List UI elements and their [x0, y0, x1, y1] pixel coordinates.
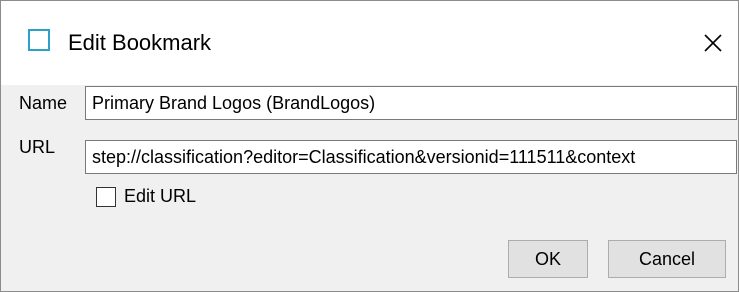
close-button[interactable]: [691, 21, 735, 65]
bookmark-window-icon: [28, 29, 50, 51]
close-icon: [704, 34, 722, 52]
edit-bookmark-dialog: Edit Bookmark Name URL step://classifica…: [0, 0, 739, 292]
url-field[interactable]: step://classification?editor=Classificat…: [85, 140, 737, 174]
url-label: URL: [19, 137, 56, 157]
edit-url-label: Edit URL: [124, 186, 197, 206]
name-label: Name: [19, 93, 68, 113]
url-value: step://classification?editor=Classificat…: [92, 147, 636, 167]
cancel-button[interactable]: Cancel: [608, 240, 726, 278]
ok-button[interactable]: OK: [508, 240, 588, 278]
name-field[interactable]: [85, 86, 737, 120]
edit-url-checkbox[interactable]: [96, 187, 116, 207]
title-bar: Edit Bookmark: [1, 1, 738, 85]
dialog-title: Edit Bookmark: [68, 30, 212, 55]
